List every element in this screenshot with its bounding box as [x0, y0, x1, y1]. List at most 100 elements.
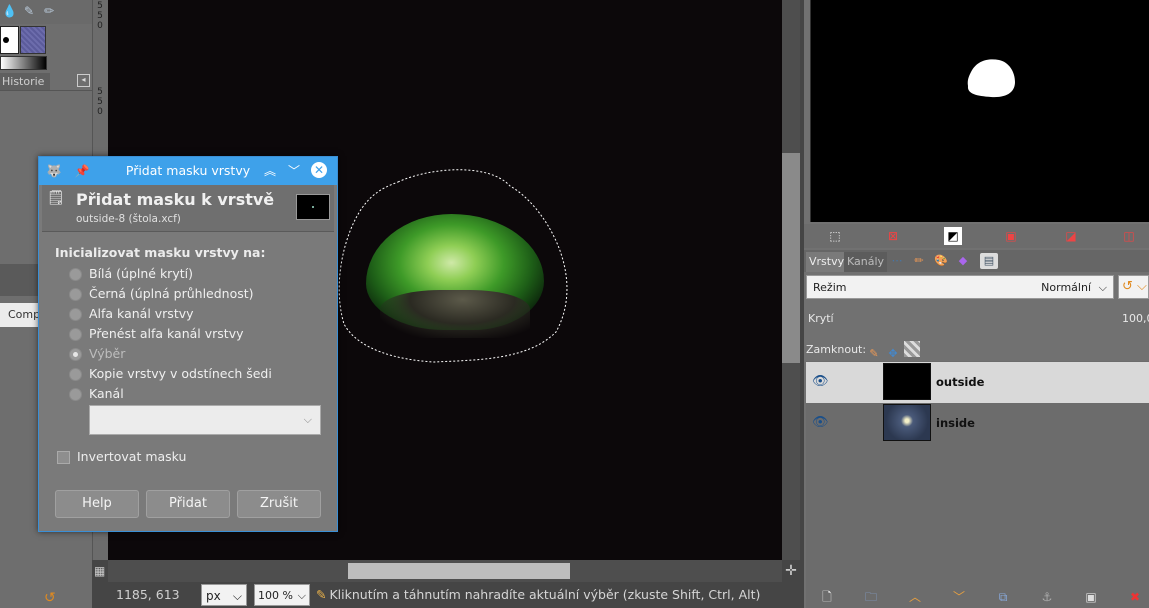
reset-icon[interactable]: ↺: [44, 590, 60, 606]
dialog-titlebar[interactable]: 🐺 📌 Přidat masku vrstvy ︽ ﹀ ✕: [39, 157, 337, 185]
add-layer-mask-dialog: 🐺 📌 Přidat masku vrstvy ︽ ﹀ ✕ 🗒 Přidat m…: [38, 156, 338, 532]
radio-button[interactable]: [69, 388, 82, 401]
paths-tab-icon[interactable]: ⋯: [888, 253, 906, 269]
ink-drop-icon[interactable]: 💧: [2, 4, 17, 18]
unit-value: px: [206, 589, 221, 603]
ruler-mark: 5: [97, 87, 103, 97]
layer-row[interactable]: 👁 inside: [806, 403, 1149, 444]
tool-options-row: 💧 ✎ ✏: [0, 0, 92, 24]
mode-reset-button[interactable]: ↺ ⌵: [1118, 275, 1149, 299]
mode-label: Režim: [813, 281, 847, 294]
selection-toolbar: ⬚ ⊠ ◩ ▣ ◪ ◫: [804, 224, 1149, 248]
panel-menu-icon[interactable]: ◂: [77, 74, 90, 87]
shade-icon[interactable]: ︽: [261, 162, 279, 180]
layers-button-bar: 🗋 🗀 ︿ ﹀ ⧉ ⚓ ▣ ✖: [806, 587, 1149, 608]
layer-name: outside: [936, 375, 985, 389]
lock-pixels-icon[interactable]: ✎: [866, 346, 882, 362]
brush-icon[interactable]: ✏: [42, 4, 56, 18]
select-all-icon[interactable]: ⬚: [826, 227, 844, 245]
lock-alpha-icon[interactable]: [904, 341, 920, 357]
layer-preview-thumbnail: [296, 194, 330, 220]
lower-layer-icon[interactable]: ﹀: [950, 589, 968, 606]
layer-mask-icon: 🗒: [47, 190, 65, 206]
mode-select[interactable]: Režim Normální ⌵: [806, 275, 1114, 299]
dock-tabs: Vrstvy Kanály ⋯ ✏ 🎨 ◆ ▤: [804, 250, 1149, 272]
select-none-icon[interactable]: ⊠: [884, 227, 902, 245]
add-button[interactable]: Přidat: [146, 490, 230, 518]
selection-to-path-icon[interactable]: ◪: [1062, 227, 1080, 245]
patterns-tab-icon[interactable]: ◆: [954, 253, 972, 269]
cancel-button[interactable]: Zrušit: [237, 490, 321, 518]
invert-selection-icon[interactable]: ◩: [944, 227, 962, 245]
rect-select-tool-icon: ✎: [316, 587, 327, 602]
pointer-coordinates: 1185, 613: [116, 587, 180, 602]
mode-value: Normální: [1041, 281, 1091, 294]
divider: [0, 90, 92, 91]
delete-layer-icon[interactable]: ✖: [1126, 589, 1144, 606]
radio-label: Výběr: [89, 346, 126, 361]
radio-label: Kanál: [89, 386, 124, 401]
dialog-header-subtitle: outside-8 (štola.xcf): [76, 213, 181, 225]
panel-area: [0, 264, 40, 296]
pattern-preview[interactable]: [20, 26, 46, 54]
unit-select[interactable]: px ⌵: [201, 584, 247, 606]
layer-thumbnail: [883, 363, 931, 400]
zoom-value: 100 %: [258, 589, 293, 602]
minimize-icon[interactable]: ﹀: [285, 162, 303, 180]
quick-mask-icon[interactable]: ▦: [94, 562, 108, 580]
tab-channels[interactable]: Kanály: [844, 252, 888, 272]
selection-marquee: [338, 169, 568, 363]
scrollbar-thumb[interactable]: [348, 563, 570, 579]
radio-button[interactable]: [69, 348, 82, 361]
radio-button[interactable]: [69, 288, 82, 301]
horizontal-scrollbar[interactable]: [108, 560, 782, 582]
dialog-header-title: Přidat masku k vrstvě: [76, 190, 275, 209]
lock-toggles: ✎ ✥: [866, 341, 923, 362]
images-tab-icon[interactable]: ▤: [980, 253, 998, 269]
layer-name: inside: [936, 416, 975, 430]
navigate-icon[interactable]: ✛: [782, 562, 800, 580]
radio-button[interactable]: [69, 328, 82, 341]
invert-mask-checkbox[interactable]: [57, 451, 70, 464]
smudge-icon[interactable]: ✎: [22, 4, 36, 18]
new-group-icon[interactable]: 🗀: [862, 589, 880, 606]
raise-layer-icon[interactable]: ︿: [906, 589, 924, 606]
radio-button[interactable]: [69, 368, 82, 381]
anchor-layer-icon[interactable]: ⚓: [1038, 589, 1056, 606]
channel-select[interactable]: ⌵: [89, 405, 321, 435]
stroke-selection-icon[interactable]: ◫: [1120, 227, 1138, 245]
ruler-mark: 0: [97, 21, 103, 31]
lock-position-icon[interactable]: ✥: [885, 346, 901, 362]
chevron-down-icon: ⌵: [297, 589, 306, 602]
opacity-label: Krytí: [808, 312, 834, 325]
radio-label: Bílá (úplné krytí): [89, 266, 193, 281]
zoom-select[interactable]: 100 % ⌵: [254, 584, 310, 606]
new-layer-icon[interactable]: 🗋: [818, 589, 836, 606]
layer-row[interactable]: 👁 outside: [806, 362, 1149, 403]
invert-mask-label: Invertovat masku: [77, 449, 187, 464]
visibility-eye-icon[interactable]: 👁: [812, 416, 830, 430]
help-button[interactable]: Help: [55, 490, 139, 518]
tab-layers[interactable]: Vrstvy: [806, 252, 848, 272]
scrollbar-thumb[interactable]: [782, 153, 800, 363]
palette-tab-icon[interactable]: 🎨: [932, 253, 950, 269]
close-icon[interactable]: ✕: [311, 162, 327, 178]
tab-history[interactable]: Historie: [0, 73, 50, 90]
brushes-tab-icon[interactable]: ✏: [910, 253, 928, 269]
radio-button[interactable]: [69, 268, 82, 281]
visibility-eye-icon[interactable]: 👁: [812, 375, 830, 389]
radio-label: Černá (úplná průhlednost): [89, 286, 254, 301]
gradient-preview[interactable]: [0, 56, 47, 70]
radio-button[interactable]: [69, 308, 82, 321]
vertical-scrollbar[interactable]: [782, 0, 800, 560]
brush-preview[interactable]: [0, 26, 19, 54]
mask-init-label: Inicializovat masku vrstvy na:: [55, 245, 266, 260]
selection-to-channel-icon[interactable]: ▣: [1002, 227, 1020, 245]
duplicate-layer-icon[interactable]: ⧉: [994, 589, 1012, 606]
layer-thumbnail: [883, 404, 931, 441]
lock-label: Zamknout:: [806, 343, 867, 356]
chevron-down-icon: ⌵: [303, 413, 312, 426]
ruler-mark: 5: [97, 1, 103, 11]
mask-icon[interactable]: ▣: [1082, 589, 1100, 606]
opacity-value[interactable]: 100,0: [1122, 312, 1149, 326]
